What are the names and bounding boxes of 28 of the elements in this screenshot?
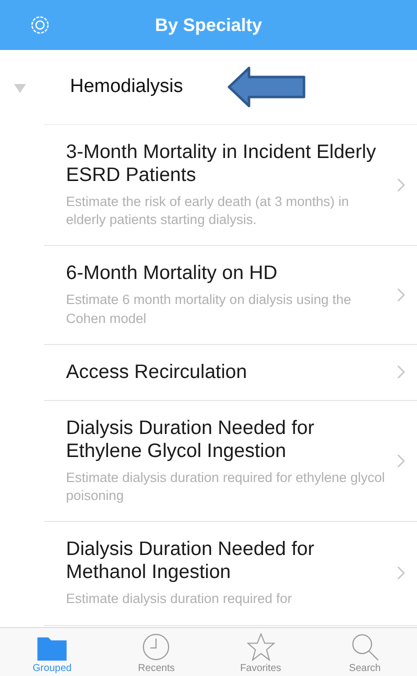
section-title: Hemodialysis [70, 76, 183, 98]
calculator-row[interactable]: 6-Month Mortality on HD Estimate 6 month mortality on dialysis using the Cohen model [44, 246, 417, 345]
chevron-icon [397, 454, 405, 468]
search-icon [350, 633, 379, 661]
calculator-row[interactable]: Dialysis Duration Needed for Methanol Ingestion Estimate dialysis duration required for [44, 522, 417, 626]
row-title: 3-Month Mortality in Incident Elderly ESRD Patients [66, 141, 377, 187]
chevron-icon [397, 566, 405, 580]
row-title: Dialysis Duration Needed for Methanol Ingestion [66, 538, 316, 584]
folder-icon [37, 635, 68, 661]
disclosure-triangle-icon[interactable] [14, 82, 26, 94]
chevron-icon [397, 178, 405, 192]
row-title: Dialysis Duration Needed for Ethylene Glycol Ingestion [66, 416, 316, 463]
row-title: Access Recirculation [66, 360, 248, 384]
row-description: Estimate the risk of early death (at 3 months) in elderly patients starting dialysis. [66, 193, 350, 230]
nav-title: By Specialty [154, 14, 262, 36]
row-title: 6-Month Mortality on HD [66, 262, 278, 286]
star-icon [246, 633, 275, 661]
section-header[interactable]: Hemodialysis [44, 50, 417, 125]
chevron-icon [397, 288, 405, 302]
row-description: Estimate dialysis duration required for [66, 590, 293, 608]
row-description: Estimate dialysis duration required for ethylene glycol poisoning [66, 468, 386, 506]
calculator-row[interactable]: Dialysis Duration Needed for Ethylene Glycol Ingestion Estimate dialysis duration required for ethylene glycol poisoning [44, 400, 417, 522]
clock-icon [142, 633, 170, 661]
chevron-icon [397, 365, 405, 380]
left-arrow-icon [226, 66, 307, 108]
row-description: Estimate 6 month mortality on dialysis using the Cohen model [66, 291, 352, 328]
calculator-row[interactable]: 3-Month Mortality in Incident Elderly ESRD Patients Estimate the risk of early death (at 3 months) in elderly patients starting dialysis. [44, 125, 417, 246]
calculator-row[interactable]: Access Recirculation [44, 344, 417, 401]
